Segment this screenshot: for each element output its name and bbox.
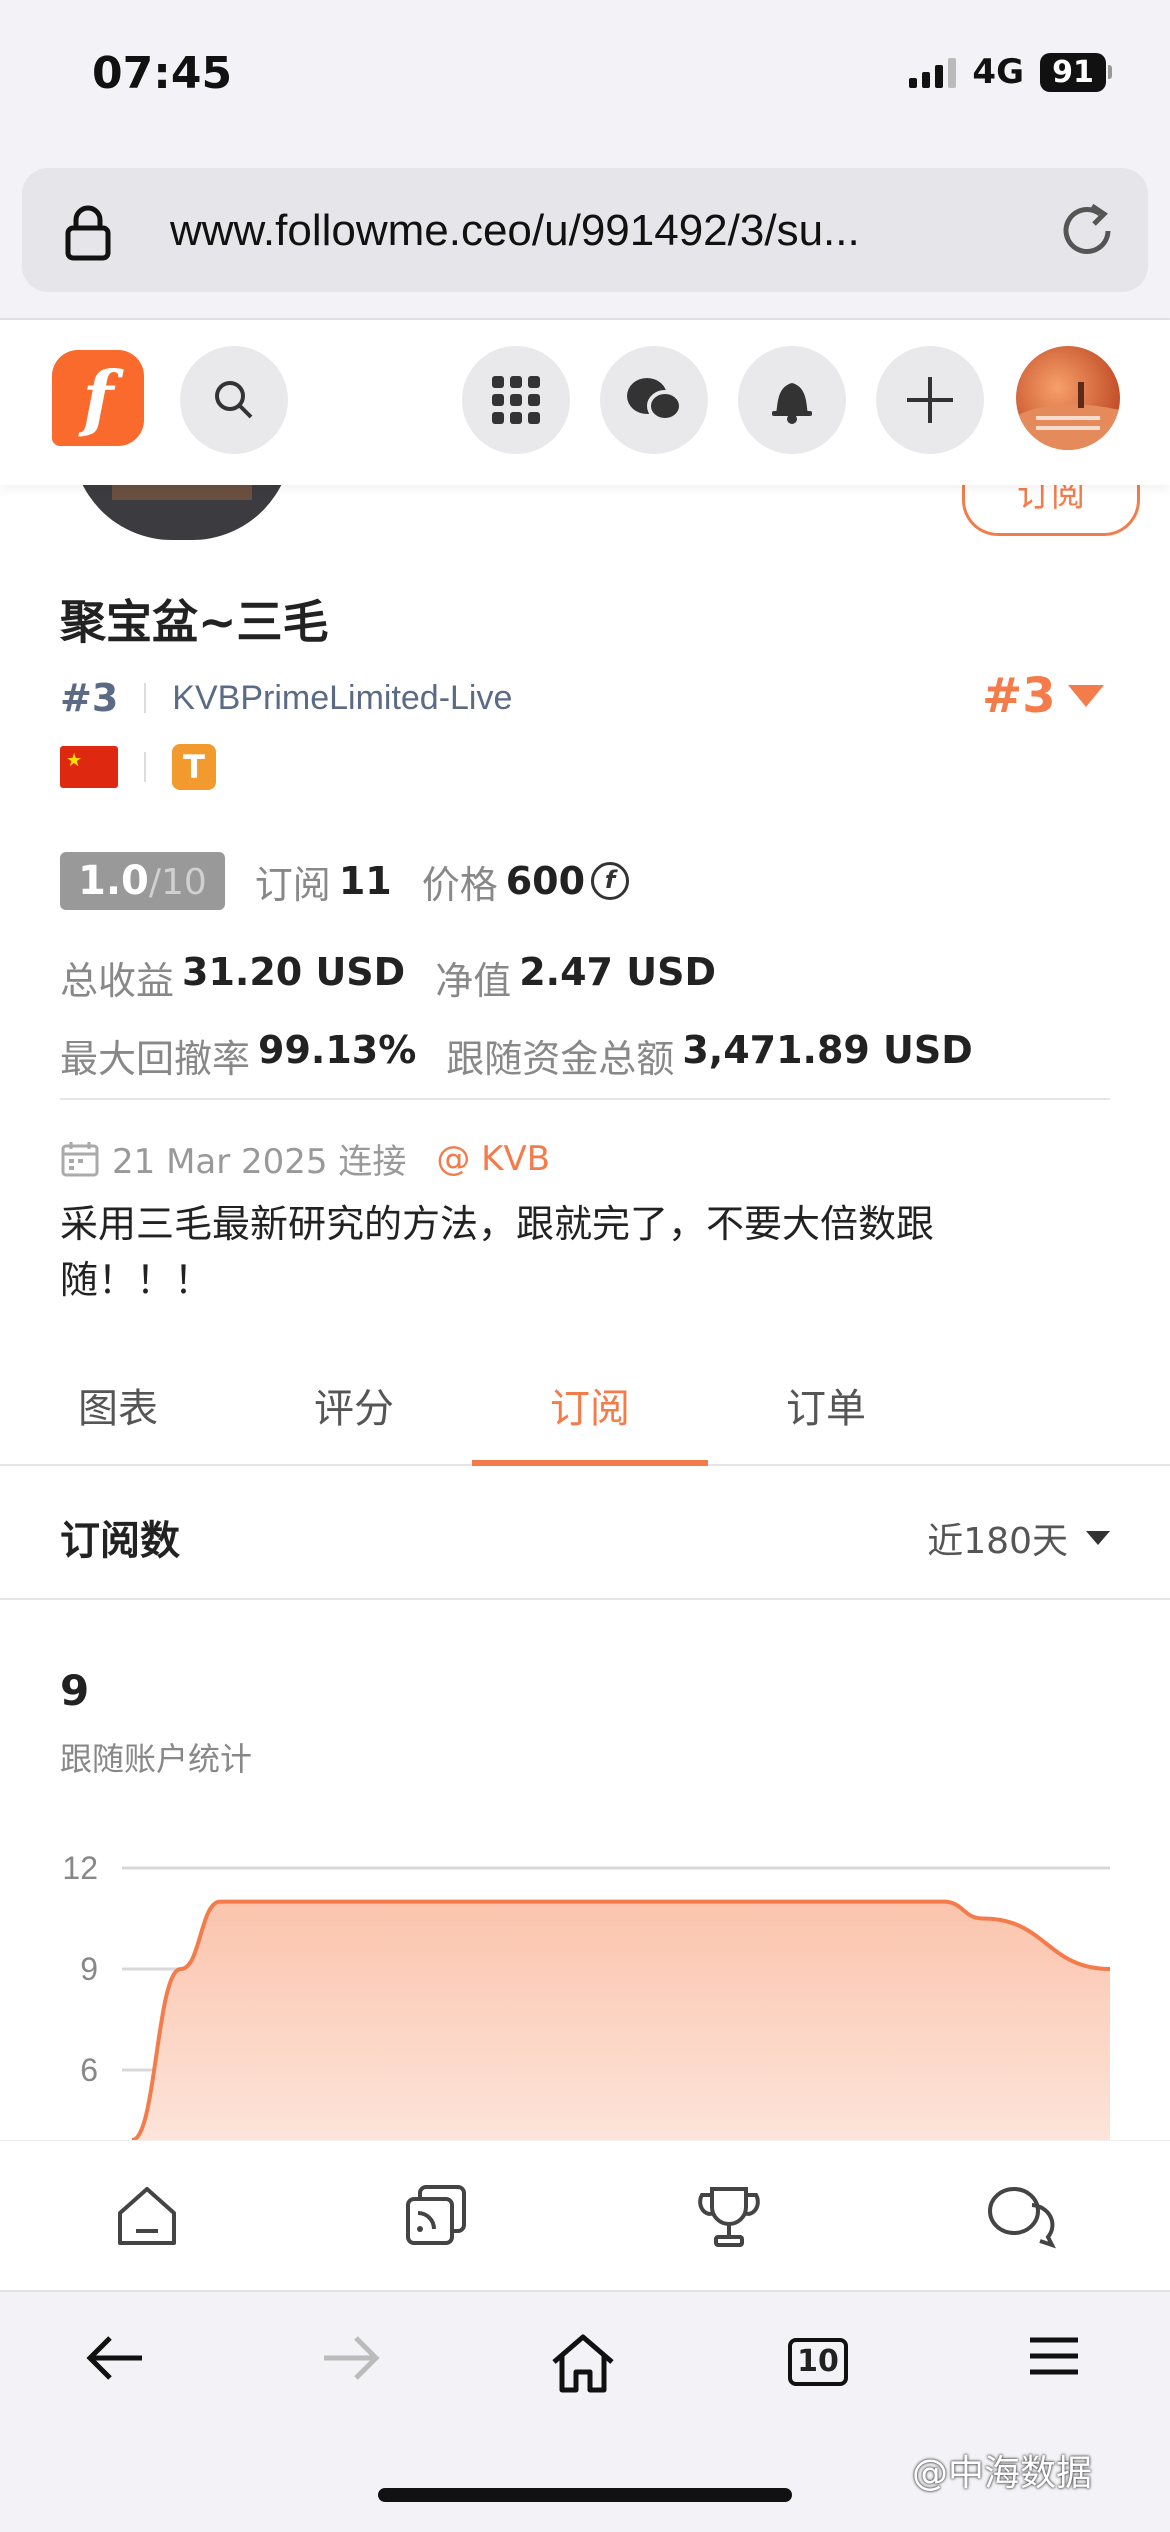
forward-icon[interactable]	[320, 2332, 382, 2384]
price-label: 价格	[421, 862, 498, 907]
search-button[interactable]	[180, 346, 288, 454]
score-badge: 1.0/10	[60, 852, 225, 910]
price-value: 600	[505, 859, 586, 903]
china-flag-icon: ★	[60, 746, 118, 788]
nav-label: 净值	[435, 959, 512, 1003]
url-text[interactable]: www.followme.ceo/u/991492/3/su...	[170, 206, 860, 256]
caret-down-icon	[1086, 1531, 1110, 1545]
tab-chart[interactable]: 图表	[0, 1376, 236, 1434]
home-indicator	[378, 2488, 792, 2502]
address-bar[interactable]: www.followme.ceo/u/991492/3/su...	[22, 168, 1148, 292]
divider	[60, 1098, 1110, 1100]
summary-value: 9	[60, 1666, 90, 1715]
nav-value: 2.47 USD	[519, 950, 716, 994]
site-bottom-nav	[0, 2140, 1170, 2290]
stats-row: 1.0/10 订阅 11 价格 600 f	[60, 852, 630, 910]
trader-name: 聚宝盆~三毛	[60, 595, 329, 649]
profit-row: 总收益 31.20 USD 净值 2.47 USD	[60, 950, 716, 1005]
search-icon	[215, 381, 253, 419]
tab-bar: 图表 评分 订阅 订单	[0, 1348, 1170, 1466]
home-icon[interactable]	[550, 2332, 616, 2394]
tab-subscribe[interactable]: 订阅	[472, 1376, 708, 1434]
bell-icon	[772, 383, 812, 424]
badges: ★ T	[60, 744, 216, 790]
summary-label: 跟随账户统计	[60, 1740, 253, 1778]
connect-date: 21 Mar 2025 连接	[112, 1142, 407, 1182]
menu-icon[interactable]	[1028, 2332, 1080, 2380]
avatar-image	[1016, 382, 1120, 450]
chat-icon[interactable]	[986, 2183, 1058, 2249]
battery-icon: 91	[1040, 52, 1106, 92]
account-rank: #3	[60, 676, 119, 720]
trader-badge: T	[172, 744, 216, 790]
lock-icon	[65, 205, 111, 261]
feed-icon[interactable]	[404, 2183, 470, 2249]
battery-tip	[1108, 65, 1112, 79]
drawdown-value: 99.13%	[258, 1028, 417, 1072]
divider	[144, 752, 146, 782]
watermark: @中海数据	[912, 2453, 1093, 2494]
create-button[interactable]	[876, 346, 984, 454]
signal-icon	[909, 56, 957, 88]
status-indicators: 4G 91	[909, 52, 1112, 92]
divider	[144, 683, 147, 713]
y-tick-label: 6	[80, 2052, 98, 2088]
y-tick-label: 12	[62, 1850, 98, 1886]
range-selector[interactable]: 近180天	[927, 1512, 1110, 1564]
series-area	[132, 1901, 1110, 2140]
tabs-button[interactable]: 10	[788, 2338, 848, 2386]
range-label: 近180天	[927, 1521, 1068, 1562]
tab-rating[interactable]: 评分	[236, 1376, 472, 1434]
account-switcher[interactable]: #3	[982, 668, 1104, 724]
user-avatar[interactable]	[1016, 346, 1120, 450]
profit-label: 总收益	[60, 959, 175, 1003]
subs-value: 11	[338, 859, 392, 903]
section-header: 订阅数 近180天	[0, 1466, 1170, 1600]
drawdown-row: 最大回撤率 99.13% 跟随资金总额 3,471.89 USD	[60, 1028, 973, 1083]
chat-bubbles-icon	[627, 378, 683, 422]
y-tick-label: 9	[80, 1951, 98, 1987]
notifications-button[interactable]	[738, 346, 846, 454]
home-icon[interactable]	[114, 2183, 180, 2249]
back-icon[interactable]	[84, 2332, 146, 2384]
score-value: 1.0	[78, 858, 149, 904]
reload-icon[interactable]	[1056, 200, 1118, 262]
grid-icon	[492, 376, 540, 424]
calendar-icon	[61, 1141, 99, 1176]
profit-value: 31.20 USD	[182, 950, 406, 994]
subscriptions-chart: 12 9 6	[62, 1850, 1111, 2140]
strategy-description: 采用三毛最新研究的方法，跟就完了，不要大倍数跟随！！！	[60, 1202, 935, 1302]
site-header: f	[0, 320, 1170, 485]
broker-name[interactable]: KVBPrimeLimited-Live	[172, 679, 512, 718]
network-type: 4G	[972, 52, 1024, 92]
plus-icon	[907, 377, 953, 423]
status-time: 07:45	[92, 48, 233, 99]
trophy-icon[interactable]	[696, 2183, 762, 2249]
messages-button[interactable]	[600, 346, 708, 454]
follow-label: 跟随资金总额	[446, 1037, 675, 1081]
date-line: 21 Mar 2025 连接 @ KVB	[60, 1134, 550, 1183]
caret-down-icon	[1067, 685, 1104, 707]
account-switcher-label: #3	[982, 668, 1056, 724]
rank-line: #3 KVBPrimeLimited-Live	[60, 676, 512, 720]
browser-toolbar: www.followme.ceo/u/991492/3/su...	[0, 150, 1170, 320]
followme-logo[interactable]: f	[52, 350, 144, 446]
broker-link[interactable]: @ KVB	[436, 1139, 550, 1179]
browser-bottom-bar: 10 @中海数据	[0, 2290, 1170, 2532]
apps-button[interactable]	[462, 346, 570, 454]
drawdown-label: 最大回撤率	[60, 1037, 251, 1081]
tab-orders[interactable]: 订单	[708, 1376, 944, 1434]
score-max: /10	[148, 862, 207, 903]
status-bar: 07:45 4G 91	[0, 0, 1170, 150]
coin-icon: f	[591, 862, 630, 900]
section-title: 订阅数	[60, 1518, 180, 1564]
subs-label: 订阅	[254, 862, 331, 907]
follow-value: 3,471.89 USD	[682, 1028, 973, 1072]
